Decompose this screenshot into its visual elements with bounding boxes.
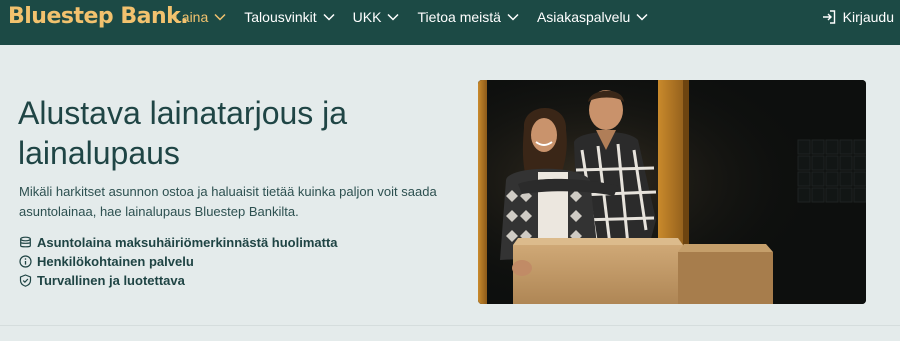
nav-item-label: Tietoa meistä <box>417 9 501 25</box>
feature-item: Turvallinen ja luotettava <box>19 271 338 290</box>
chevron-down-icon <box>214 13 226 21</box>
info-icon <box>19 255 32 268</box>
chevron-down-icon <box>323 13 335 21</box>
couple-with-moving-boxes-photo <box>478 80 866 304</box>
feature-item: Asuntolaina maksuhäiriömerkinnästä huoli… <box>19 233 338 252</box>
feature-text: Turvallinen ja luotettava <box>37 273 185 288</box>
nav-item-tietoa-meista[interactable]: Tietoa meistä <box>417 9 519 25</box>
section-divider <box>0 325 900 326</box>
nav-item-label: UKK <box>352 9 382 25</box>
nav-item-talousvinkit[interactable]: Talousvinkit <box>244 9 335 25</box>
chevron-down-icon <box>636 13 648 21</box>
hero-image <box>478 80 866 304</box>
top-navigation-bar: Bluestep Bank. Laina Talousvinkit UKK Ti… <box>0 0 900 45</box>
nav-item-ukk[interactable]: UKK <box>353 9 400 25</box>
login-label: Kirjaudu <box>842 9 894 25</box>
nav-item-label: Talousvinkit <box>244 9 317 25</box>
feature-text: Henkilökohtainen palvelu <box>37 254 194 269</box>
login-icon <box>822 10 835 24</box>
shield-check-icon <box>19 274 32 287</box>
hero-description: Mikäli harkitset asunnon ostoa ja haluai… <box>19 184 437 219</box>
page-title: Alustava lainatarjous ja lainalupaus <box>18 95 348 171</box>
nav-item-asiakaspalvelu[interactable]: Asiakaspalvelu <box>537 9 648 25</box>
feature-item: Henkilökohtainen palvelu <box>19 252 338 271</box>
bluestep-bank-logo[interactable]: Bluestep Bank. <box>8 4 189 30</box>
nav-item-laina[interactable]: Laina <box>174 9 226 25</box>
feature-text: Asuntolaina maksuhäiriömerkinnästä huoli… <box>37 235 338 250</box>
chevron-down-icon <box>507 13 519 21</box>
feature-list: Asuntolaina maksuhäiriömerkinnästä huoli… <box>19 233 338 290</box>
login-button[interactable]: Kirjaudu <box>821 0 894 34</box>
main-nav: Laina Talousvinkit UKK Tietoa meistä Asi… <box>174 0 666 34</box>
coins-icon <box>20 236 31 248</box>
nav-item-label: Asiakaspalvelu <box>536 9 631 25</box>
nav-item-label: Laina <box>174 9 209 25</box>
chevron-down-icon <box>387 13 399 21</box>
